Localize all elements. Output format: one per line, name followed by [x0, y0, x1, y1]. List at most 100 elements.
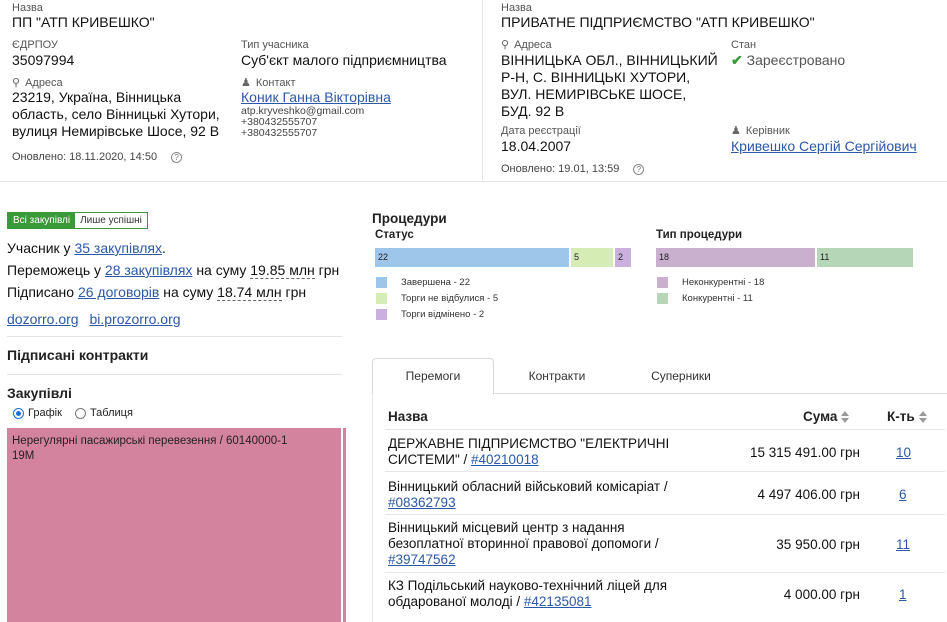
address-label: Адреса: [25, 77, 63, 89]
head-label: Керівник: [745, 125, 790, 137]
participant-stat: Учасник у 35 закупівлях.: [7, 240, 166, 256]
legend-item: Конкурентні - 11: [657, 293, 753, 304]
view-chart-radio[interactable]: [13, 407, 24, 419]
column-header-sum[interactable]: Сума: [803, 409, 850, 424]
stat-text: Переможець у: [7, 262, 102, 278]
state-row: ✔ Зареєстровано: [731, 52, 845, 69]
row-count[interactable]: 10: [896, 445, 911, 460]
address-line: ВІННИЦЬКА ОБЛ., ВІННИЦЬКИЙ: [501, 52, 718, 68]
row-name-line: Вінницький обласний військовий комісаріа…: [388, 479, 668, 494]
contact-name-link[interactable]: Коник Ганна Вікторівна: [241, 89, 391, 106]
address-line: вулиця Немирівське Шосе, 92 В: [12, 123, 220, 139]
address-line: ВУЛ. НЕМИРІВСЬКЕ ШОСЕ,: [501, 86, 687, 102]
row-name-line: КЗ Подільський науково-технічний ліцей д…: [388, 578, 668, 593]
state-value: Зареєстровано: [746, 52, 846, 68]
type-legend: Неконкурентні - 18 Конкурентні - 11: [656, 277, 916, 311]
filter-success-button[interactable]: Лише успішні: [75, 213, 147, 228]
tab-contracts[interactable]: Контракти: [497, 358, 617, 394]
winner-link[interactable]: 28 закупівлях: [105, 262, 193, 278]
updated-row: Оновлено: 18.11.2020, 14:50?: [12, 151, 183, 164]
row-name-line: Вінницький місцевий центр з надання: [388, 520, 625, 535]
row-id-link[interactable]: #42135081: [524, 594, 592, 609]
row-divider: [385, 514, 945, 515]
legend-label: Завершена - 22: [401, 277, 470, 288]
row-count[interactable]: 1: [899, 587, 907, 602]
type-chart-title: Тип процедури: [656, 229, 743, 241]
column-header-count[interactable]: К-ть: [887, 409, 928, 424]
check-icon: ✔: [731, 52, 743, 68]
row-id-link[interactable]: #39747562: [388, 552, 456, 567]
edrpou-label: ЄДРПОУ: [12, 39, 58, 51]
help-icon[interactable]: ?: [633, 163, 645, 175]
row-sum: 35 950.00 грн: [776, 537, 860, 552]
state-label: Стан: [731, 39, 757, 51]
filter-all-button[interactable]: Всі закупівлі: [8, 213, 76, 228]
tab-wins[interactable]: Перемоги: [372, 358, 494, 394]
head-name-link[interactable]: Кривешко Сергій Сергійович: [731, 138, 917, 155]
sort-icon[interactable]: [841, 411, 850, 424]
tab-competitors[interactable]: Суперники: [620, 358, 742, 394]
help-icon[interactable]: ?: [171, 151, 183, 163]
updated-text: Оновлено: 19.01, 13:59: [501, 163, 620, 175]
winner-stat: Переможець у 28 закупівлях на суму 19.85…: [7, 262, 339, 279]
updated-text: Оновлено: 18.11.2020, 14:50: [12, 151, 158, 163]
dozorro-link[interactable]: dozorro.org: [7, 311, 79, 327]
row-count-link[interactable]: 6: [899, 487, 907, 503]
address-line: БУД. 92 В: [501, 103, 565, 119]
row-id-link[interactable]: #40210018: [471, 452, 539, 467]
view-table-label[interactable]: Таблиця: [90, 407, 133, 419]
legend-item: Торги не відбулися - 5: [376, 293, 498, 304]
updated-row: Оновлено: 19.01, 13:59?: [501, 163, 645, 176]
reg-date-label: Дата реєстрації: [501, 125, 581, 137]
bar-segment[interactable]: 11: [817, 248, 913, 267]
contact-name[interactable]: Коник Ганна Вікторівна: [241, 89, 391, 105]
signed-sum[interactable]: 18.74 млн: [217, 284, 282, 301]
row-count-link[interactable]: 11: [896, 537, 910, 553]
bar-segment[interactable]: 18: [656, 248, 815, 267]
address-line: область, село Вінницькі Хутори,: [12, 106, 220, 122]
address-value: ВІННИЦЬКА ОБЛ., ВІННИЦЬКИЙ Р-Н, С. ВІННИ…: [501, 52, 718, 120]
view-table-radio[interactable]: [74, 407, 86, 419]
row-sum: 4 497 406.00 грн: [757, 487, 860, 502]
stat-text: Учасник у: [7, 240, 71, 256]
signed-link[interactable]: 26 договорів: [78, 284, 159, 300]
sort-icon[interactable]: [918, 411, 928, 424]
legend-label: Торги відмінено - 2: [401, 309, 485, 320]
table-row-name: Вінницький місцевий центр з надання безо…: [388, 520, 728, 568]
entity-name: ПРИВАТНЕ ПІДПРИЄМСТВО "АТП КРИВЕШКО": [501, 14, 815, 30]
address-value: 23219, Україна, Вінницька область, село …: [12, 89, 220, 140]
row-count-link[interactable]: 10: [896, 445, 911, 461]
edrpou-value: 35097994: [12, 52, 75, 68]
legend-label: Неконкурентні - 18: [682, 277, 765, 288]
row-id-link[interactable]: #08362793: [388, 495, 456, 510]
bar-segment[interactable]: 2: [615, 248, 631, 267]
row-count[interactable]: 6: [899, 487, 907, 502]
address-line: Р-Н, С. ВІННИЦЬКІ ХУТОРИ,: [501, 69, 691, 85]
head-label-row: ♟ Керівник: [731, 125, 790, 138]
column-header-name: Назва: [388, 409, 428, 424]
participant-type-label: Тип учасника: [241, 39, 309, 51]
row-count[interactable]: 11: [896, 537, 910, 552]
reg-date-value: 18.04.2007: [501, 138, 572, 154]
participant-type-value: Суб'єкт малого підприємництва: [241, 52, 447, 68]
stat-text: на суму: [163, 284, 214, 300]
treemap-block-slim[interactable]: [343, 428, 346, 622]
legend-swatch: [657, 277, 668, 288]
head-name[interactable]: Кривешко Сергій Сергійович: [731, 138, 917, 154]
treemap-block[interactable]: Нерегулярні пасажирські перевезення / 60…: [7, 428, 341, 622]
bar-segment[interactable]: 5: [571, 248, 613, 267]
row-count-link[interactable]: 1: [899, 587, 907, 603]
row-divider: [385, 572, 945, 573]
type-bar-chart: 18 11: [656, 248, 915, 267]
table-row-name: ДЕРЖАВНЕ ПІДПРИЄМСТВО "ЕЛЕКТРИЧНІ СИСТЕМ…: [388, 436, 718, 468]
procedures-title: Процедури: [372, 211, 447, 226]
contact-phone: +380432555707: [241, 127, 318, 139]
legend-item: Завершена - 22: [376, 277, 470, 288]
view-chart-label[interactable]: Графік: [28, 407, 62, 419]
winner-sum[interactable]: 19.85 млн: [250, 262, 315, 279]
row-name-line: ДЕРЖАВНЕ ПІДПРИЄМСТВО "ЕЛЕКТРИЧНІ: [388, 436, 670, 451]
participant-link[interactable]: 35 закупівлях: [74, 240, 162, 256]
legend-label: Торги не відбулися - 5: [401, 293, 499, 304]
bi-prozorro-link[interactable]: bi.prozorro.org: [89, 311, 180, 327]
bar-segment[interactable]: 22: [375, 248, 569, 267]
